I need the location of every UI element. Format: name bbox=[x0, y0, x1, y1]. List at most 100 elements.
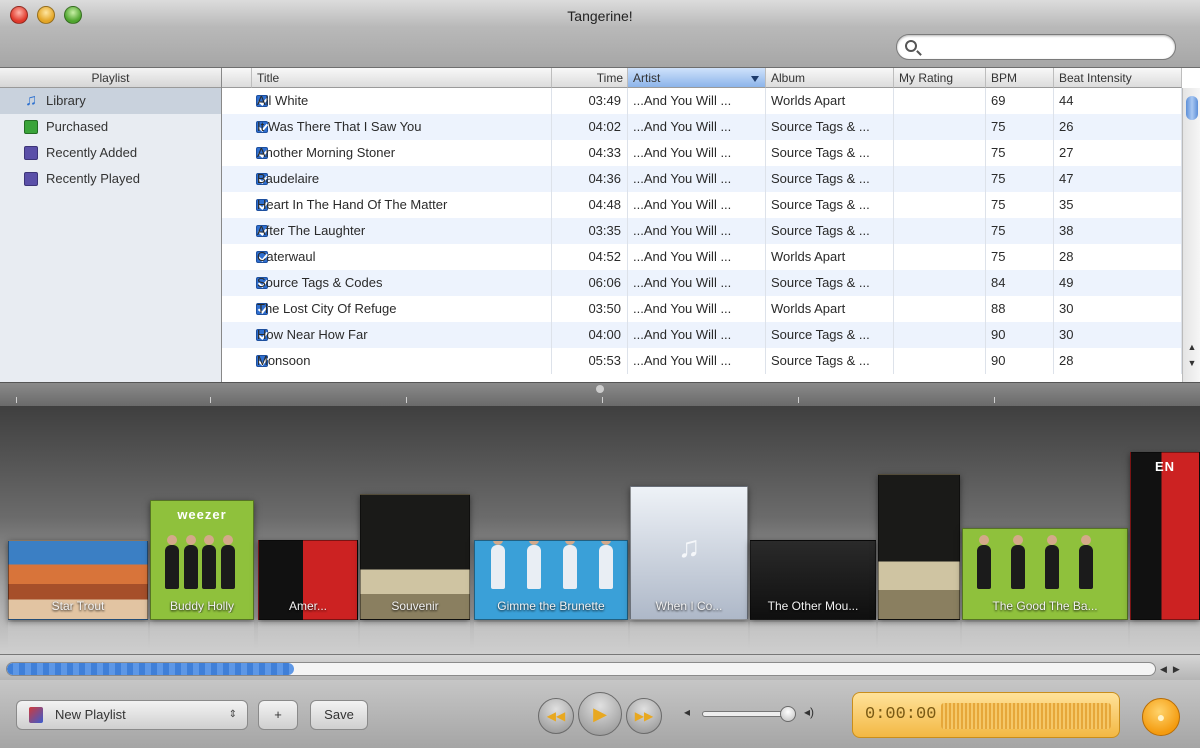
search-icon bbox=[905, 40, 917, 52]
cell-title: Caterwaul bbox=[252, 244, 552, 270]
scroll-down-button[interactable]: ▼ bbox=[1187, 358, 1197, 368]
column-header-bpm[interactable]: BPM bbox=[986, 68, 1054, 88]
cell-beat: 28 bbox=[1054, 348, 1182, 374]
volume-slider-knob[interactable] bbox=[780, 706, 796, 722]
album-cover[interactable]: ♫ When I Co... bbox=[630, 486, 748, 620]
cell-title: Monsoon bbox=[252, 348, 552, 374]
music-note-icon: ♫ bbox=[677, 531, 701, 564]
cell-time: 04:33 bbox=[552, 140, 628, 166]
album-cover-reflection bbox=[150, 622, 254, 652]
band-member-figure bbox=[1011, 535, 1025, 589]
playlist-sidebar: Playlist ♫ Library Purchased Recently Ad… bbox=[0, 68, 222, 382]
play-button[interactable]: ▶ bbox=[578, 692, 622, 736]
album-cover[interactable]: EN bbox=[1130, 452, 1200, 620]
album-cover-flow[interactable]: Star Trout weezer Buddy Holly Amer... Souven… bbox=[0, 406, 1200, 654]
cell-rating bbox=[894, 244, 986, 270]
cell-time: 06:06 bbox=[552, 270, 628, 296]
sidebar-item-recently-added[interactable]: Recently Added bbox=[0, 140, 221, 166]
app-window: Tangerine! Playlist ♫ Library Purchased … bbox=[0, 0, 1200, 748]
album-cover-logo: EN bbox=[1154, 459, 1176, 474]
add-playlist-button[interactable]: + bbox=[258, 700, 298, 730]
cell-album: Source Tags & ... bbox=[766, 166, 894, 192]
vertical-scrollbar[interactable]: ▲ ▼ bbox=[1182, 88, 1200, 382]
cell-artist: ...And You Will ... bbox=[628, 166, 766, 192]
playlist-select[interactable]: New Playlist ⇕ bbox=[16, 700, 248, 730]
status-display: 0:00:00 bbox=[852, 692, 1120, 738]
cell-bpm: 90 bbox=[986, 348, 1054, 374]
album-cover[interactable]: Souvenir bbox=[360, 494, 470, 620]
cell-artist: ...And You Will ... bbox=[628, 140, 766, 166]
sidebar-item-purchased[interactable]: Purchased bbox=[0, 114, 221, 140]
track-list: Title Time Artist Album My Rating BPM Be… bbox=[222, 68, 1200, 382]
cell-bpm: 90 bbox=[986, 322, 1054, 348]
table-row[interactable]: Caterwaul 04:52 ...And You Will ... Worlds … bbox=[222, 244, 1182, 270]
cell-rating bbox=[894, 322, 986, 348]
album-cover-reflection bbox=[878, 622, 960, 652]
album-cover-logo: weezer bbox=[177, 507, 227, 522]
album-flow-ruler[interactable] bbox=[0, 382, 1200, 406]
tangerine-action-button[interactable]: ● bbox=[1142, 698, 1180, 736]
cell-rating bbox=[894, 166, 986, 192]
sort-descending-icon bbox=[751, 76, 759, 82]
cell-beat: 26 bbox=[1054, 114, 1182, 140]
cell-title: Another Morning Stoner bbox=[252, 140, 552, 166]
search-input[interactable] bbox=[923, 38, 1163, 56]
select-arrows-icon: ⇕ bbox=[228, 709, 237, 720]
column-header-time[interactable]: Time bbox=[552, 68, 628, 88]
window-title: Tangerine! bbox=[567, 8, 633, 24]
sidebar-item-recently-played[interactable]: Recently Played bbox=[0, 166, 221, 192]
scroll-up-button[interactable]: ▲ bbox=[1187, 342, 1197, 352]
column-header-artist[interactable]: Artist bbox=[628, 68, 766, 88]
table-row[interactable]: All White 03:49 ...And You Will ... Worlds … bbox=[222, 88, 1182, 114]
scrollbar-thumb[interactable] bbox=[1186, 96, 1198, 120]
album-cover[interactable]: Amer... bbox=[258, 540, 358, 620]
column-header-check[interactable] bbox=[222, 68, 252, 88]
table-row[interactable]: The Lost City Of Refuge 03:50 ...And You W… bbox=[222, 296, 1182, 322]
playlist-icon bbox=[29, 707, 43, 723]
table-row[interactable]: Another Morning Stoner 04:33 ...And You Wi… bbox=[222, 140, 1182, 166]
progress-step-buttons[interactable]: ◀▶ bbox=[1160, 662, 1194, 676]
album-cover[interactable]: Gimme the Brunette bbox=[474, 540, 628, 620]
album-cover-label: Buddy Holly bbox=[169, 599, 235, 613]
table-row[interactable]: Monsoon 05:53 ...And You Will ... Source Ta… bbox=[222, 348, 1182, 374]
album-cover-reflection bbox=[360, 622, 470, 652]
sidebar-item-label: Library bbox=[46, 93, 86, 108]
album-cover-reflection bbox=[474, 622, 628, 652]
column-header-rating[interactable]: My Rating bbox=[894, 68, 986, 88]
table-row[interactable]: Source Tags & Codes 06:06 ...And You Will … bbox=[222, 270, 1182, 296]
band-member-figure bbox=[563, 541, 577, 589]
save-button[interactable]: Save bbox=[310, 700, 368, 730]
cell-time: 05:53 bbox=[552, 348, 628, 374]
cell-artist: ...And You Will ... bbox=[628, 192, 766, 218]
sidebar-item-label: Purchased bbox=[46, 119, 109, 134]
splitter-handle[interactable] bbox=[596, 385, 604, 393]
cell-time: 04:36 bbox=[552, 166, 628, 192]
cell-beat: 44 bbox=[1054, 88, 1182, 114]
cell-title: Baudelaire bbox=[252, 166, 552, 192]
band-member-figure bbox=[1079, 535, 1093, 589]
cell-artist: ...And You Will ... bbox=[628, 244, 766, 270]
album-cover[interactable]: The Other Mou... bbox=[750, 540, 876, 620]
table-row[interactable]: After The Laughter 03:35 ...And You Will .… bbox=[222, 218, 1182, 244]
album-cover[interactable]: The Good The Ba... bbox=[962, 528, 1128, 620]
table-row[interactable]: Heart In The Hand Of The Matter 04:48 ...A… bbox=[222, 192, 1182, 218]
album-cover[interactable]: Star Trout bbox=[8, 540, 148, 620]
previous-track-button[interactable]: ◀◀ bbox=[538, 698, 574, 734]
sidebar-item-library[interactable]: ♫ Library bbox=[0, 88, 221, 114]
table-row[interactable]: Baudelaire 04:36 ...And You Will ... Source… bbox=[222, 166, 1182, 192]
column-header-beat-intensity[interactable]: Beat Intensity bbox=[1054, 68, 1182, 88]
band-member-figure bbox=[183, 535, 198, 589]
album-cover[interactable] bbox=[878, 474, 960, 620]
table-row[interactable]: How Near How Far 04:00 ...And You Will ...… bbox=[222, 322, 1182, 348]
table-row[interactable]: It Was There That I Saw You 04:02 ...And Y… bbox=[222, 114, 1182, 140]
cell-title: How Near How Far bbox=[252, 322, 552, 348]
cell-artist: ...And You Will ... bbox=[628, 270, 766, 296]
column-header-title[interactable]: Title bbox=[252, 68, 552, 88]
search-field[interactable] bbox=[896, 34, 1176, 60]
cell-beat: 35 bbox=[1054, 192, 1182, 218]
album-cover-reflection bbox=[8, 622, 148, 652]
column-header-album[interactable]: Album bbox=[766, 68, 894, 88]
album-cover[interactable]: weezer Buddy Holly bbox=[150, 500, 254, 620]
next-track-button[interactable]: ▶▶ bbox=[626, 698, 662, 734]
playback-progress-bar[interactable] bbox=[6, 662, 1156, 676]
